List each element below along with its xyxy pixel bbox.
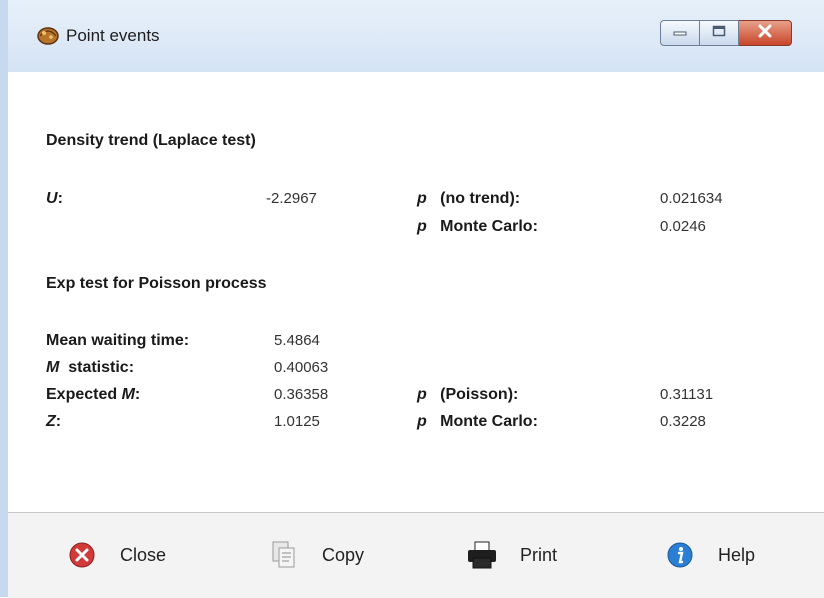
- window-close-button[interactable]: [739, 20, 792, 46]
- window-left-border: [0, 0, 8, 597]
- print-button[interactable]: Print: [466, 537, 557, 573]
- p-monte-carlo-poisson-value: 0.3228: [660, 413, 706, 430]
- button-bar: Close Copy Print Help: [8, 512, 824, 598]
- copy-button-label: Copy: [322, 544, 365, 565]
- z-value: 1.0125: [274, 413, 320, 430]
- window-controls: [660, 20, 792, 46]
- expected-m-value: 0.36358: [274, 386, 329, 403]
- m-statistic-label: M statistic:: [46, 359, 135, 376]
- copy-button[interactable]: Copy: [268, 537, 364, 573]
- printer-icon: [466, 539, 498, 571]
- close-circle-icon: [66, 539, 98, 571]
- point-events-window: Point events Density trend (Laplace test…: [0, 0, 824, 598]
- mean-waiting-time-label: Mean waiting time:: [46, 332, 190, 349]
- expected-m-label: Expected M:: [46, 386, 141, 403]
- mean-waiting-time-value: 5.4864: [274, 332, 320, 349]
- p-monte-carlo-label: p Monte Carlo:: [417, 218, 538, 235]
- p-monte-carlo-value: 0.0246: [660, 218, 706, 235]
- p-no-trend-label: p (no trend):: [417, 190, 521, 207]
- minimize-icon: [673, 24, 687, 42]
- u-label: U:: [46, 190, 63, 207]
- title-bar[interactable]: Point events: [8, 0, 824, 72]
- z-label: Z:: [46, 413, 62, 430]
- close-icon: [757, 24, 773, 43]
- close-button-label: Close: [120, 544, 167, 565]
- close-button[interactable]: Close: [66, 537, 166, 573]
- app-shell-icon: [36, 24, 60, 46]
- u-value: -2.2967: [266, 190, 317, 207]
- maximize-icon: [712, 24, 726, 42]
- p-poisson-label: p (Poisson):: [417, 386, 519, 403]
- minimize-button[interactable]: [660, 20, 700, 46]
- window-title: Point events: [66, 26, 160, 45]
- print-button-label: Print: [520, 544, 558, 565]
- p-poisson-value: 0.31131: [660, 386, 714, 403]
- p-monte-carlo-poisson-label: p Monte Carlo:: [417, 413, 538, 430]
- exp-test-heading: Exp test for Poisson process: [46, 275, 267, 292]
- info-icon: [664, 539, 696, 571]
- results-panel: Density trend (Laplace test) U: -2.2967 …: [8, 72, 824, 512]
- help-button[interactable]: Help: [664, 537, 755, 573]
- p-no-trend-value: 0.021634: [660, 190, 723, 207]
- help-button-label: Help: [718, 544, 756, 565]
- m-statistic-value: 0.40063: [274, 359, 329, 376]
- copy-icon: [268, 539, 300, 571]
- maximize-button[interactable]: [700, 20, 739, 46]
- density-trend-heading: Density trend (Laplace test): [46, 132, 256, 149]
